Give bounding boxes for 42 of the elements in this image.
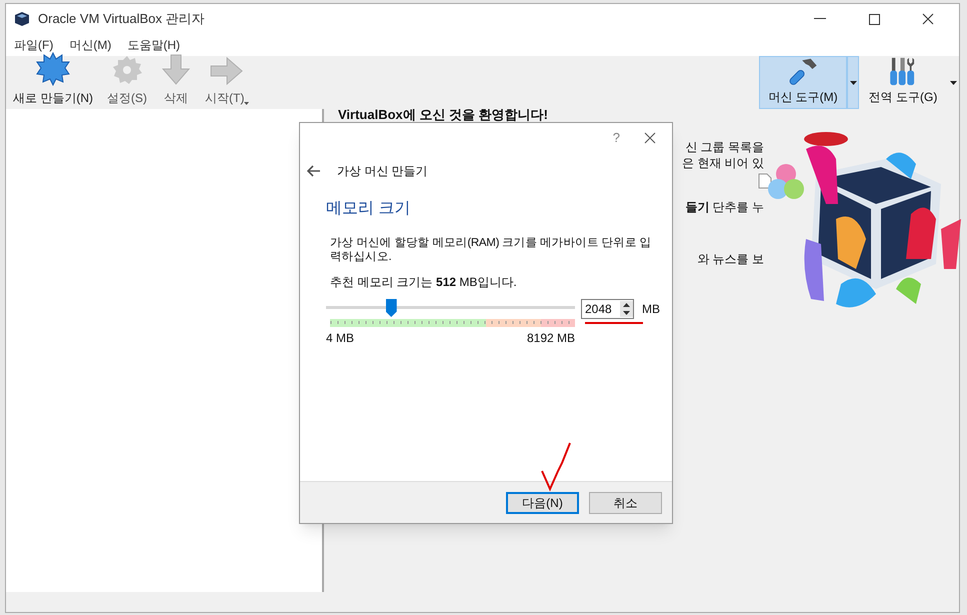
gear-icon: [111, 54, 143, 86]
close-icon: [922, 13, 934, 25]
check-mark: [540, 441, 574, 493]
caret-icon: [850, 80, 856, 84]
welcome-text: 들기 단추를 누: [685, 199, 764, 215]
starburst-icon: [36, 52, 70, 86]
tools-button[interactable]: 전역 도구(G): [859, 56, 947, 109]
min-label: 4 MB: [326, 330, 354, 347]
caret-icon: [950, 80, 956, 84]
description-text: 가상 머신에 할당할 메모리(RAM) 크기를 메가바이트 단위로 입력하십시오.: [329, 236, 652, 264]
unit-label: MB: [642, 301, 660, 318]
dropdown-button[interactable]: [847, 56, 859, 109]
document-icon: [758, 173, 772, 189]
toolbar-button[interactable]: 새로 만들기(N): [10, 52, 96, 107]
spin-arrows-icon[interactable]: [620, 301, 633, 317]
maximize-icon: [868, 14, 880, 24]
right-arrow-icon: [210, 56, 244, 86]
menu-item[interactable]: 머신(M): [67, 36, 114, 54]
welcome-text: 와 뉴스를 보: [697, 251, 764, 267]
dialog-button[interactable]: 다음(N): [506, 492, 579, 514]
menu-item[interactable]: 도움말(H): [125, 36, 182, 54]
recommended-text: 추천 메모리 크기는 512 MB입니다.: [329, 274, 518, 291]
window-title: Oracle VM VirtualBox 관리자: [38, 10, 205, 28]
max-label: 8192 MB: [526, 330, 575, 347]
tools-button[interactable]: 머신 도구(M): [759, 56, 847, 109]
back-arrow-icon[interactable]: [307, 165, 321, 177]
page-heading: 메모리 크기: [325, 199, 412, 219]
cube-icon: [14, 11, 30, 27]
menu-item[interactable]: 파일(F): [12, 36, 56, 54]
welcome-text: 신 그룹 목록을: [685, 139, 764, 155]
dialog-button[interactable]: 취소: [589, 492, 662, 514]
wizard-title: 가상 머신 만들기: [337, 163, 428, 180]
memory-spinbox[interactable]: 2048: [581, 299, 634, 319]
down-arrow-icon: [161, 54, 191, 86]
welcome-title: VirtualBox에 오신 것을 환영합니다!: [338, 108, 549, 122]
welcome-text: 은 현재 비어 있: [682, 155, 764, 171]
slider-track[interactable]: [326, 299, 575, 317]
help-button[interactable]: ?: [612, 128, 620, 148]
underline-mark: [585, 322, 643, 325]
close-icon[interactable]: [644, 132, 656, 144]
minimize-icon: [814, 18, 826, 20]
slider-thumb[interactable]: [386, 299, 397, 317]
